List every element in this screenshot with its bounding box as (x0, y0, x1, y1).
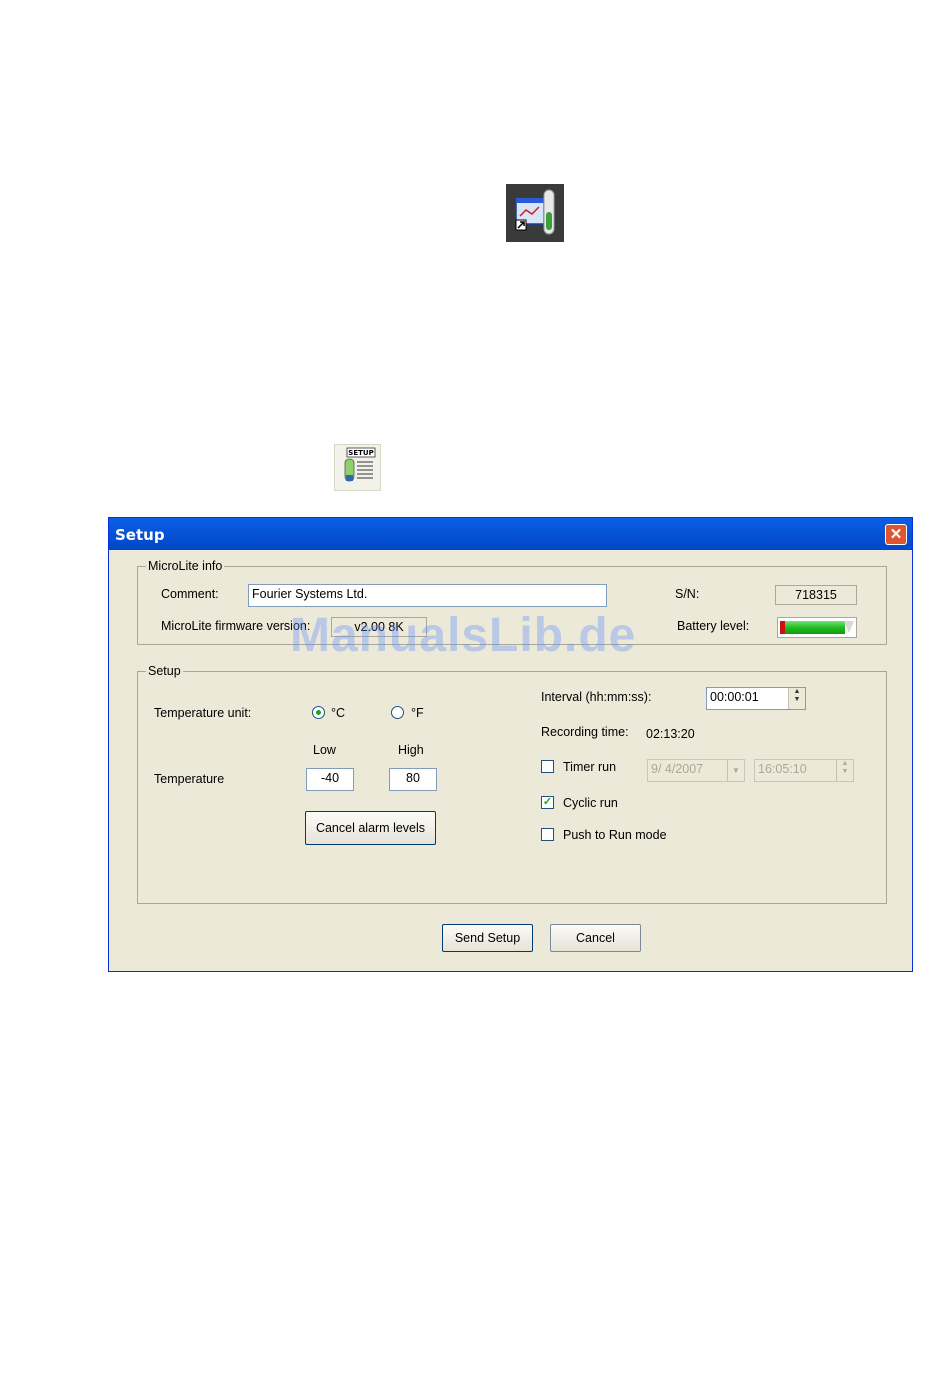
temperature-unit-label: Temperature unit: (154, 706, 252, 720)
cancel-button[interactable]: Cancel (550, 924, 641, 952)
temperature-label: Temperature (154, 772, 225, 786)
microlite-app-shortcut-icon[interactable] (506, 184, 564, 242)
timer-date-value: 9/ 4/2007 (651, 762, 704, 776)
sn-label: S/N: (675, 587, 700, 601)
setup-legend: Setup (148, 664, 181, 678)
timer-time-input[interactable]: 16:05:10 ▲ ▼ (754, 759, 854, 782)
cancel-alarm-levels-button[interactable]: Cancel alarm levels (305, 811, 436, 845)
temperature-low-input[interactable]: -40 (306, 768, 354, 791)
low-label: Low (313, 743, 336, 757)
setup-dialog: Setup ✕ MicroLite info Comment: Fourier … (108, 517, 913, 972)
interval-label: Interval (hh:mm:ss): (541, 690, 652, 704)
timer-date-picker[interactable]: 9/ 4/2007 ▼ (647, 759, 745, 782)
recording-time-label: Recording time: (541, 725, 629, 739)
timer-time-spinner[interactable]: ▲ ▼ (836, 760, 853, 781)
close-icon: ✕ (889, 526, 903, 543)
close-button[interactable]: ✕ (885, 524, 907, 545)
timer-run-label: Timer run (563, 760, 617, 774)
dialog-title: Setup (115, 526, 165, 544)
svg-text:SETUP: SETUP (348, 449, 373, 457)
chevron-down-icon: ▼ (727, 760, 744, 781)
battery-level-indicator (777, 617, 857, 638)
interval-spinner[interactable]: ▲ ▼ (788, 688, 805, 709)
timer-run-checkbox[interactable] (541, 760, 554, 773)
cyclic-run-label: Cyclic run (563, 796, 618, 810)
microlite-info-legend: MicroLite info (148, 559, 223, 573)
push-to-run-label: Push to Run mode (563, 828, 667, 842)
interval-value: 00:00:01 (710, 690, 759, 704)
battery-marker-icon (844, 621, 854, 633)
push-to-run-checkbox[interactable] (541, 828, 554, 841)
setup-toolbar-icon[interactable]: SETUP (334, 444, 381, 491)
high-label: High (398, 743, 424, 757)
unit-fahrenheit-radio[interactable] (391, 706, 404, 719)
send-setup-button[interactable]: Send Setup (442, 924, 533, 952)
watermark: ManualsLib.de (290, 609, 637, 662)
unit-celsius-label: °C (331, 706, 346, 720)
comment-label: Comment: (161, 587, 219, 601)
battery-label: Battery level: (677, 619, 750, 633)
recording-time-value: 02:13:20 (646, 727, 695, 741)
timer-time-value: 16:05:10 (758, 762, 807, 776)
title-bar[interactable]: Setup ✕ (109, 518, 912, 550)
unit-celsius-radio[interactable] (312, 706, 325, 719)
cyclic-run-checkbox[interactable]: ✓ (541, 796, 554, 809)
firmware-label: MicroLite firmware version: (161, 619, 311, 633)
sn-value: 718315 (775, 585, 857, 605)
battery-fill (785, 621, 845, 634)
temperature-high-input[interactable]: 80 (389, 768, 437, 791)
interval-input[interactable]: 00:00:01 ▲ ▼ (706, 687, 806, 710)
comment-input[interactable]: Fourier Systems Ltd. (248, 584, 607, 607)
unit-fahrenheit-label: °F (411, 706, 424, 720)
